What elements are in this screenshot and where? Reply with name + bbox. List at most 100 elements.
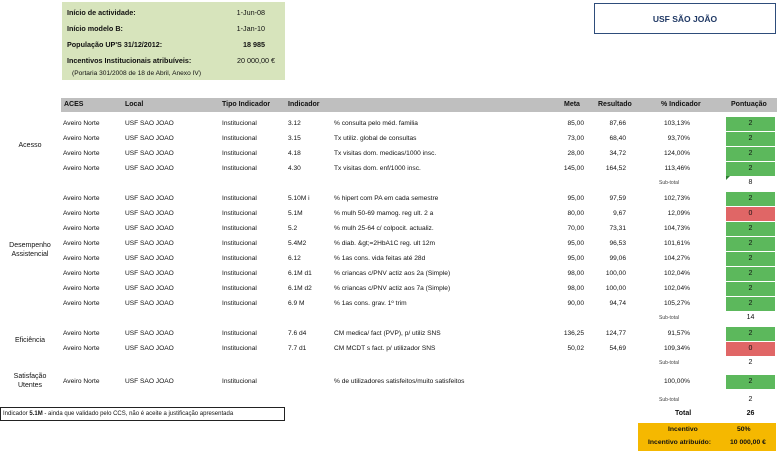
cell-meta: 136,25	[563, 330, 584, 337]
cell-resultado: 97,59	[609, 195, 626, 202]
cell-meta: 28,00	[567, 150, 584, 157]
subtotal-label: Sub-total	[658, 180, 679, 186]
cell-indicator-code: 6.9 M	[288, 300, 305, 307]
incentive-awarded-label: Incentivo atribuído:	[648, 439, 712, 446]
info-note: (Portaria 301/2008 de 18 de Abril, Anexo…	[72, 70, 202, 77]
cell-aces: Aveiro Norte	[63, 330, 100, 337]
cell-score: 0	[726, 207, 775, 221]
cell-indicator-code: 6.1M d1	[288, 270, 312, 277]
subtotal-eficiencia: 2	[748, 359, 753, 366]
cell-aces: Aveiro Norte	[63, 345, 100, 352]
cell-tipo: Institucional	[222, 135, 257, 142]
cell-local: USF SAO JOAO	[125, 240, 174, 247]
info-incentives-label: Incentivos Institucionais atribuíveis:	[67, 56, 192, 65]
subtotal-desempenho: 14	[746, 314, 755, 321]
cell-aces: Aveiro Norte	[63, 165, 100, 172]
cell-resultado: 100,00	[605, 285, 626, 292]
cell-tipo: Institucional	[222, 285, 257, 292]
cell-indicator-code: 5.10M i	[288, 195, 310, 202]
cell-indicator-code: 6.12	[288, 255, 301, 262]
header-aces: ACES	[64, 101, 84, 108]
info-population-label: População UP'S 31/12/2012:	[67, 40, 163, 49]
cell-aces: Aveiro Norte	[63, 195, 100, 202]
cell-resultado: 96,53	[609, 240, 626, 247]
cell-meta: 80,00	[567, 210, 584, 217]
cell-aces: Aveiro Norte	[63, 255, 100, 262]
cell-local: USF SAO JOAO	[125, 195, 174, 202]
cell-tipo: Institucional	[222, 150, 257, 157]
subtotal-row-satisfacao: Sub-total 2	[0, 393, 779, 408]
cell-pct-indicator: 113,46%	[664, 165, 690, 172]
incentive-value: 50%	[737, 426, 751, 433]
cell-resultado: 54,69	[609, 345, 626, 352]
cell-meta: 70,00	[567, 225, 584, 232]
cell-meta: 73,00	[567, 135, 584, 142]
cell-indicator-description: CM medica/ fact (PVP), p/ utiliz SNS	[334, 330, 441, 337]
cell-indicator-description: % mulh 50-69 mamog. reg ult. 2 a	[334, 210, 434, 217]
cell-meta: 145,00	[563, 165, 584, 172]
cell-meta: 98,00	[567, 285, 584, 292]
cell-indicator-code: 7.7 d1	[288, 345, 307, 352]
cell-score: 2	[726, 222, 775, 236]
info-population-value: 18 985	[243, 40, 265, 49]
subtotal-label: Sub-total	[658, 397, 679, 403]
cell-local: USF SAO JOAO	[125, 300, 174, 307]
header-indicador: Indicador	[288, 101, 320, 108]
table-row: Aveiro Norte USF SAO JOAO Institucional 6.1…	[0, 282, 779, 297]
cell-tipo: Institucional	[222, 345, 257, 352]
cell-pct-indicator: 102,73%	[663, 195, 690, 202]
cell-aces: Aveiro Norte	[63, 270, 100, 277]
cell-indicator-code: 5.4M2	[288, 240, 307, 247]
cell-resultado: 9,67	[613, 210, 626, 217]
cell-tipo: Institucional	[222, 300, 257, 307]
table-row: Aveiro Norte USF SAO JOAO Institucional 6.9…	[0, 297, 779, 312]
cell-pct-indicator: 102,04%	[663, 285, 690, 292]
info-incentives-value: 20 000,00 €	[237, 56, 275, 65]
cell-local: USF SAO JOAO	[125, 225, 174, 232]
cell-tipo: Institucional	[222, 240, 257, 247]
cell-aces: Aveiro Norte	[63, 300, 100, 307]
cell-resultado: 124,77	[605, 330, 626, 337]
total-value: 26	[746, 410, 755, 417]
table-row: Aveiro Norte USF SAO JOAO Institucional 7.6…	[0, 327, 779, 342]
cell-pct-indicator: 100,00%	[663, 378, 690, 385]
cell-local: USF SAO JOAO	[125, 345, 174, 352]
cell-resultado: 94,74	[609, 300, 626, 307]
cell-indicator-code: 3.15	[288, 135, 301, 142]
cell-score: 2	[726, 375, 775, 389]
cell-meta: 90,00	[567, 300, 584, 307]
cell-indicator-description: % criancas c/PNV actiz aos 2a (Simple)	[334, 270, 451, 277]
info-start-value: 1-Jun-08	[236, 8, 265, 17]
cell-tipo: Institucional	[222, 195, 257, 202]
table-row: Aveiro Norte USF SAO JOAO Institucional 3.1…	[0, 117, 779, 132]
cell-pct-indicator: 109,34%	[663, 345, 690, 352]
cell-pct-indicator: 104,73%	[663, 225, 690, 232]
header-pct: % Indicador	[661, 101, 701, 108]
header-resultado: Resultado	[598, 101, 632, 108]
incentive-awarded-value: 10 000,00 €	[730, 439, 766, 446]
unit-title: USF SÃO JOÃO	[652, 13, 718, 24]
cell-local: USF SAO JOAO	[125, 378, 174, 385]
incentive-box: Incentivo 50% Incentivo atribuído: 10 00…	[638, 423, 776, 451]
cell-local: USF SAO JOAO	[125, 285, 174, 292]
cell-score: 2	[726, 147, 775, 161]
table-row: Aveiro Norte USF SAO JOAO Institucional 6.1…	[0, 267, 779, 282]
cell-local: USF SAO JOAO	[125, 255, 174, 262]
cell-indicator-description: Tx utiliz. global de consultas	[334, 135, 417, 142]
table-row: Aveiro Norte USF SAO JOAO Institucional 4.3…	[0, 162, 779, 177]
subtotal-row-acesso: Sub-total 8	[0, 176, 779, 191]
cell-score: 2	[726, 252, 775, 266]
info-model-b-label: Início modelo B:	[67, 24, 123, 33]
cell-meta: 95,00	[567, 240, 584, 247]
cell-indicator-description: % 1as cons. vida feitas até 28d	[334, 255, 426, 262]
cell-aces: Aveiro Norte	[63, 285, 100, 292]
table-row: Aveiro Norte USF SAO JOAO Institucional 5.4…	[0, 237, 779, 252]
cell-aces: Aveiro Norte	[63, 225, 100, 232]
cell-indicator-code: 6.1M d2	[288, 285, 312, 292]
cell-aces: Aveiro Norte	[63, 120, 100, 127]
table-row: Aveiro Norte USF SAO JOAO Institucional 3.1…	[0, 132, 779, 147]
cell-local: USF SAO JOAO	[125, 150, 174, 157]
cell-score: 2	[726, 297, 775, 311]
table-row: Aveiro Norte USF SAO JOAO Institucional % d…	[0, 375, 779, 390]
cell-tipo: Institucional	[222, 210, 257, 217]
